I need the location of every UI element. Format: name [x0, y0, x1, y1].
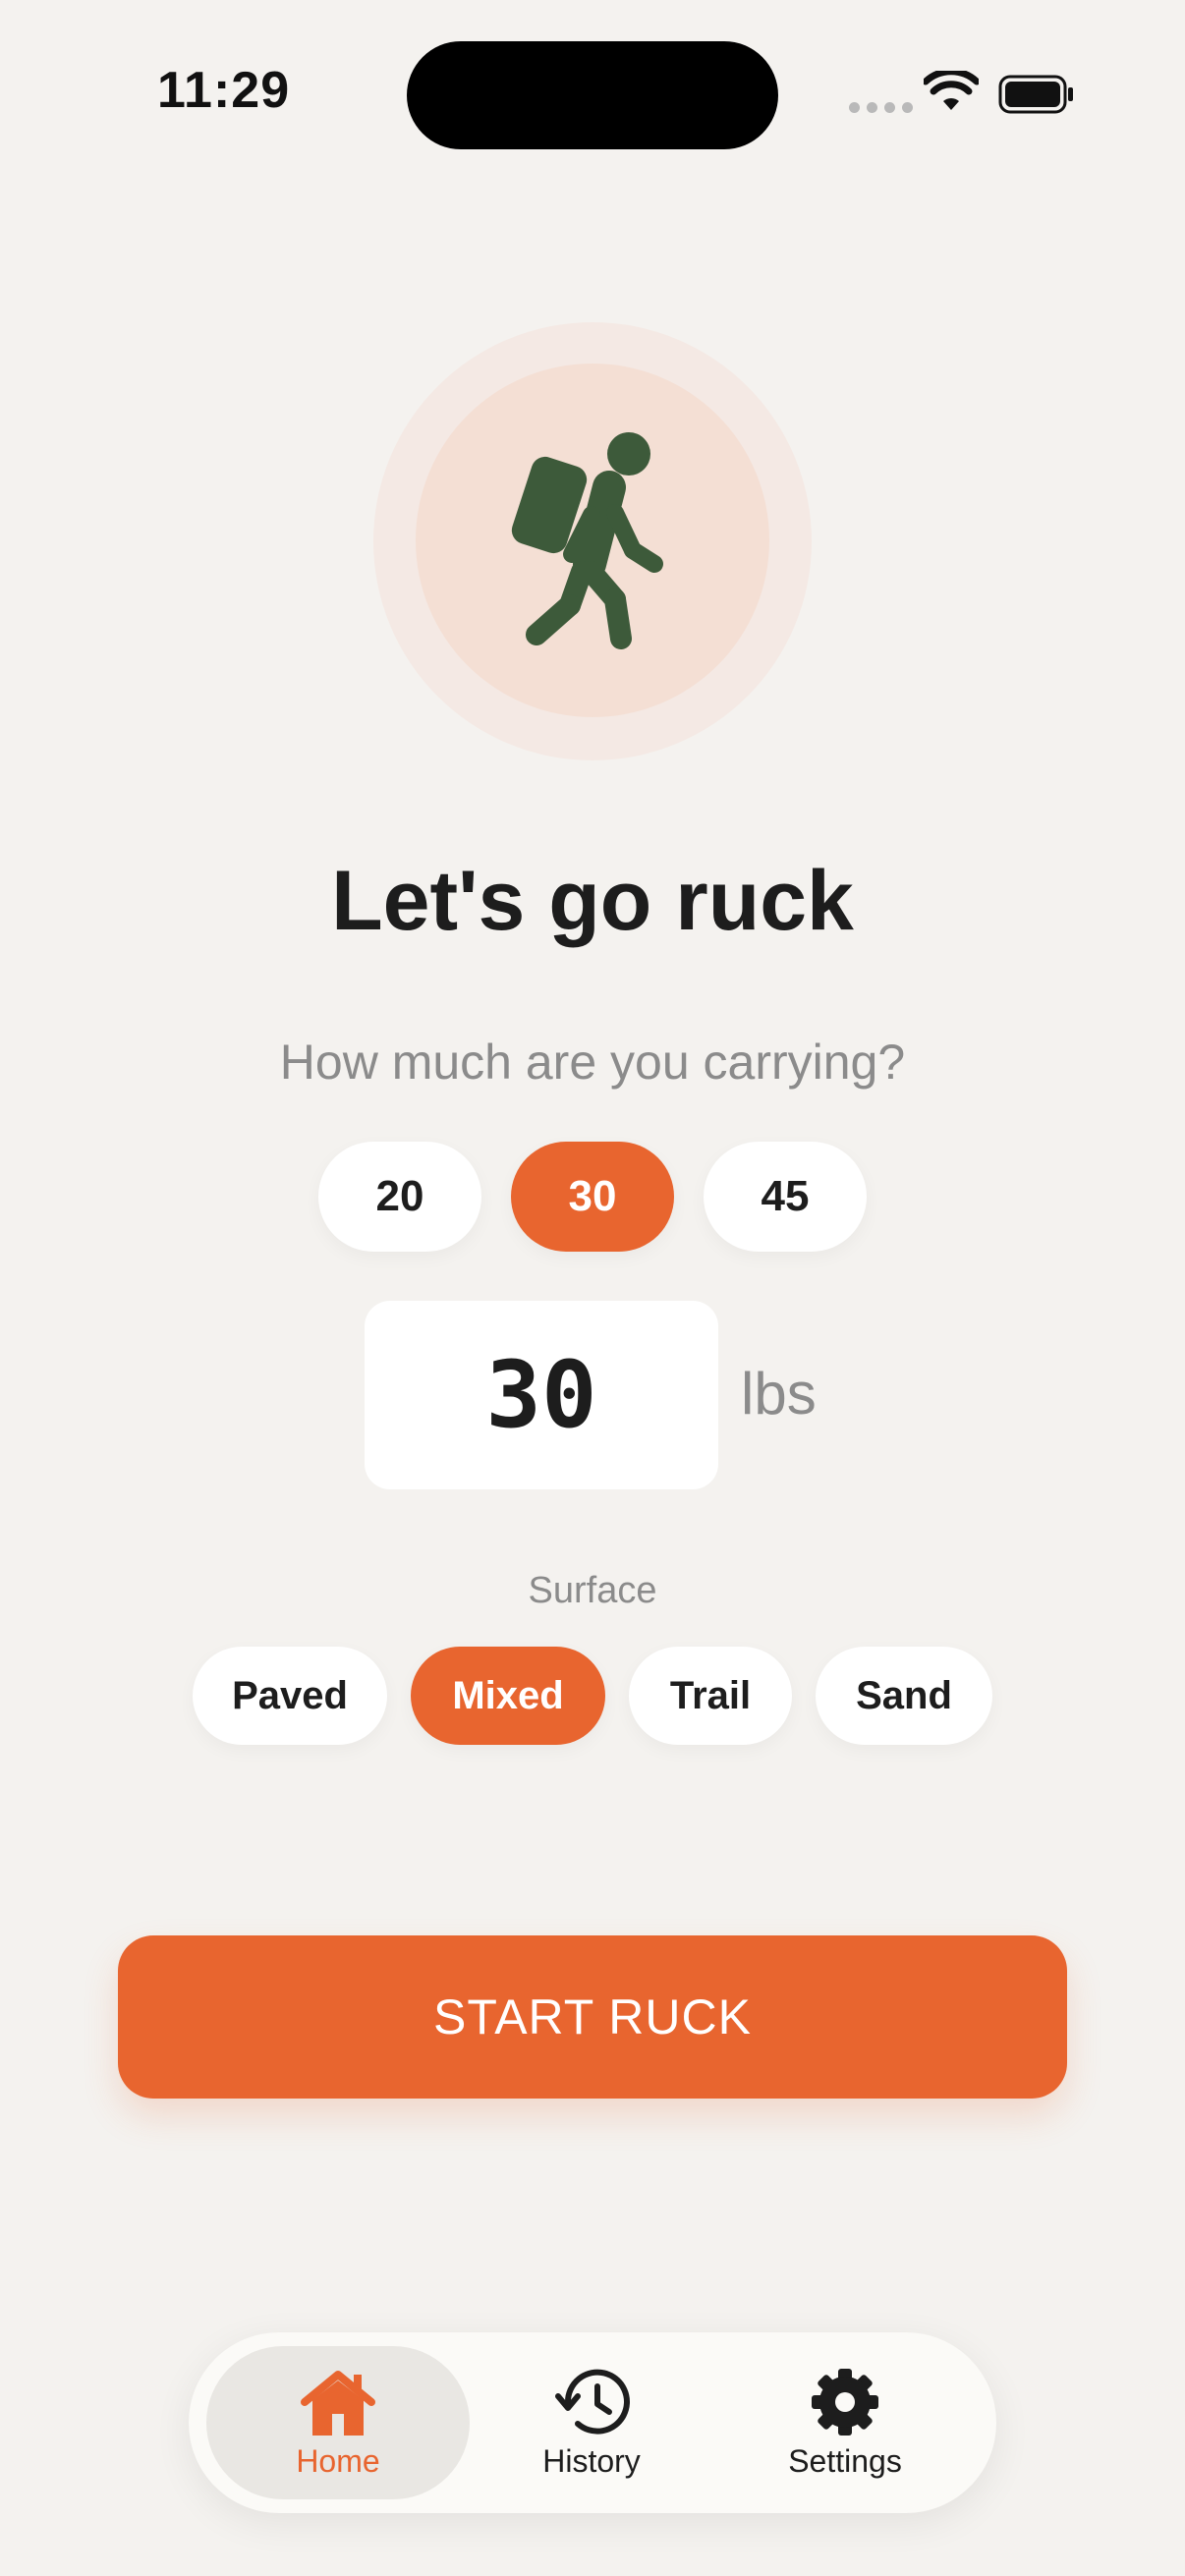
surface-label: Surface	[528, 1570, 657, 1611]
surface-option-sand[interactable]: Sand	[816, 1647, 992, 1745]
weight-preset-20[interactable]: 20	[318, 1142, 481, 1252]
tab-home[interactable]: Home	[206, 2346, 470, 2499]
gear-icon	[812, 2368, 878, 2436]
tab-settings-label: Settings	[788, 2442, 902, 2479]
start-ruck-button[interactable]: START RUCK	[118, 1935, 1067, 2099]
tab-settings[interactable]: Settings	[713, 2346, 977, 2499]
surface-option-trail[interactable]: Trail	[629, 1647, 792, 1745]
weight-preset-45[interactable]: 45	[704, 1142, 867, 1252]
tab-home-label: Home	[296, 2442, 380, 2479]
page-title: Let's go ruck	[331, 854, 854, 948]
weight-unit-label: lbs	[741, 1361, 817, 1427]
weight-input[interactable]: 30	[365, 1301, 718, 1489]
weight-preset-30[interactable]: 30	[511, 1142, 674, 1252]
tab-history-label: History	[542, 2442, 641, 2479]
weight-question: How much are you carrying?	[279, 1035, 906, 1090]
history-icon	[555, 2369, 630, 2435]
hiker-with-backpack-icon	[511, 432, 663, 649]
wifi-icon	[924, 71, 979, 110]
tab-history[interactable]: History	[460, 2346, 723, 2499]
cellular-signal-icon	[849, 102, 913, 113]
home-icon	[301, 2370, 375, 2436]
dynamic-island	[407, 41, 778, 149]
surface-option-mixed[interactable]: Mixed	[411, 1647, 605, 1745]
surface-option-paved[interactable]: Paved	[193, 1647, 387, 1745]
battery-icon	[998, 75, 1073, 114]
status-time: 11:29	[157, 62, 291, 119]
